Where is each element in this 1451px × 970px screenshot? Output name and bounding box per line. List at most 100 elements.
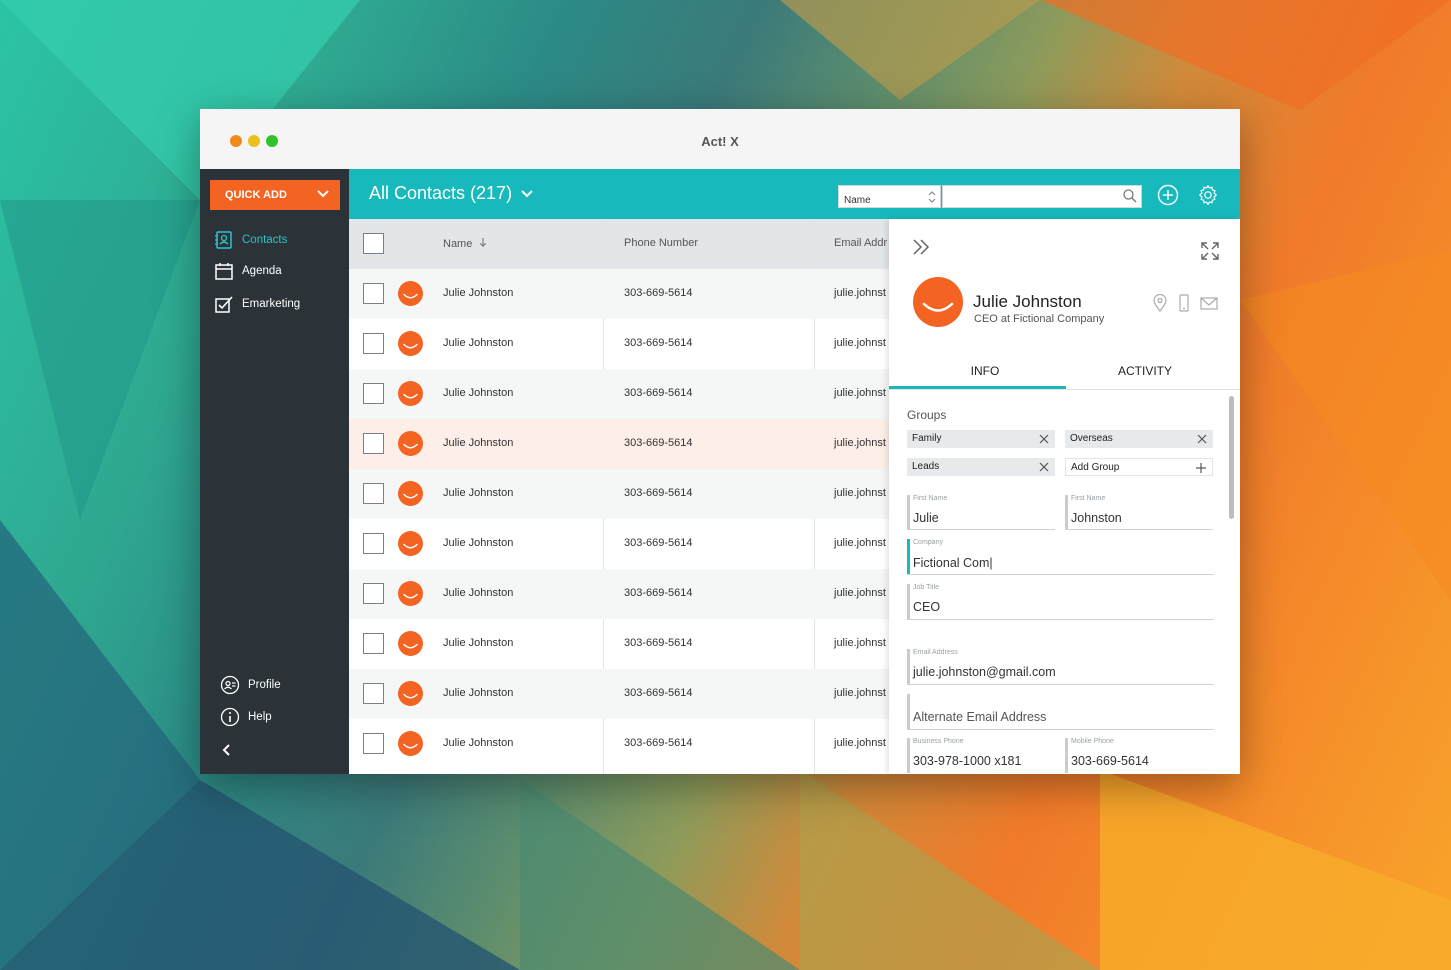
contact-name-cell: Julie Johnston xyxy=(443,737,514,749)
contact-name-cell: Julie Johnston xyxy=(443,437,514,449)
email-cell: julie.johnst xyxy=(834,387,886,399)
group-chip[interactable]: Family xyxy=(907,430,1055,448)
calendar-icon xyxy=(215,263,233,280)
up-down-arrows-icon xyxy=(928,191,936,203)
app-window: Act! X QUICK ADD Contacts Agenda Emarket… xyxy=(200,109,1240,774)
row-checkbox[interactable] xyxy=(363,733,384,754)
tab-info[interactable]: INFO xyxy=(889,354,1081,390)
tab-activity[interactable]: ACTIVITY xyxy=(1066,354,1224,390)
contacts-icon xyxy=(215,231,232,249)
sort-down-arrow-icon xyxy=(480,237,487,247)
sidebar-item-label: Contacts xyxy=(242,234,288,246)
phone-cell: 303-669-5614 xyxy=(624,587,693,599)
quick-add-button[interactable]: QUICK ADD xyxy=(210,180,340,210)
email-cell: julie.johnst xyxy=(834,337,886,349)
gear-icon[interactable] xyxy=(1197,184,1219,206)
info-icon xyxy=(220,707,240,727)
phone-cell: 303-669-5614 xyxy=(624,287,693,299)
title-bar: Act! X xyxy=(200,109,1240,169)
last-name-field[interactable]: First Name Johnston xyxy=(1065,495,1213,531)
row-checkbox[interactable] xyxy=(363,433,384,454)
avatar xyxy=(398,731,423,756)
close-icon[interactable] xyxy=(1038,461,1050,473)
email-field[interactable]: Email Address julie.johnston@gmail.com xyxy=(907,649,1214,686)
row-checkbox[interactable] xyxy=(363,583,384,604)
close-icon[interactable] xyxy=(1196,433,1208,445)
column-header-email[interactable]: Email Addr xyxy=(834,237,887,249)
sidebar-item-label: Agenda xyxy=(242,265,282,277)
phone-cell: 303-669-5614 xyxy=(624,437,693,449)
contact-name: Julie Johnston xyxy=(973,292,1082,311)
sidebar-item-emarketing[interactable]: Emarketing xyxy=(214,293,300,315)
alternate-email-field[interactable]: Alternate Email Address xyxy=(907,694,1214,731)
business-phone-field[interactable]: Business Phone 303-978-1000 x181 xyxy=(907,738,1055,774)
group-chip[interactable]: Overseas xyxy=(1065,430,1213,448)
contact-name-cell: Julie Johnston xyxy=(443,337,514,349)
row-checkbox[interactable] xyxy=(363,533,384,554)
search-input[interactable] xyxy=(942,185,1142,208)
row-checkbox[interactable] xyxy=(363,383,384,404)
smile-icon xyxy=(403,293,418,299)
smile-icon xyxy=(403,543,418,549)
close-icon[interactable] xyxy=(1038,433,1050,445)
expand-icon[interactable] xyxy=(1200,241,1220,261)
add-icon[interactable] xyxy=(1157,184,1179,206)
column-header-phone[interactable]: Phone Number xyxy=(624,237,698,249)
column-header-name[interactable]: Name xyxy=(443,237,488,250)
chevron-down-icon xyxy=(317,190,329,198)
list-selector[interactable]: All Contacts (217) xyxy=(369,183,534,204)
row-checkbox[interactable] xyxy=(363,683,384,704)
chevron-down-icon xyxy=(521,189,533,197)
smile-icon xyxy=(403,443,418,449)
double-chevron-right-icon[interactable] xyxy=(911,237,931,257)
row-checkbox[interactable] xyxy=(363,633,384,654)
phone-cell: 303-669-5614 xyxy=(624,537,693,549)
group-chip[interactable]: Leads xyxy=(907,458,1055,476)
avatar xyxy=(398,431,423,456)
email-cell: julie.johnst xyxy=(834,587,886,599)
groups-title: Groups xyxy=(907,408,947,422)
contact-detail-panel: Julie Johnston CEO at Fictional Company … xyxy=(889,219,1240,774)
avatar xyxy=(398,581,423,606)
phone-cell: 303-669-5614 xyxy=(624,387,693,399)
email-cell: julie.johnst xyxy=(834,637,886,649)
mobile-phone-icon[interactable] xyxy=(1175,294,1193,312)
sidebar-item-agenda[interactable]: Agenda xyxy=(214,260,282,282)
phone-cell: 303-669-5614 xyxy=(624,487,693,499)
add-group-button[interactable]: Add Group xyxy=(1065,458,1213,476)
plus-icon xyxy=(1196,463,1206,473)
job-title-field[interactable]: Job Title CEO xyxy=(907,584,1214,621)
contact-name-cell: Julie Johnston xyxy=(443,487,514,499)
select-all-checkbox[interactable] xyxy=(363,233,384,254)
search-field-select[interactable]: Name xyxy=(838,185,941,208)
row-checkbox[interactable] xyxy=(363,483,384,504)
smile-icon xyxy=(403,343,418,349)
email-icon[interactable] xyxy=(1200,294,1218,312)
sidebar-item-profile[interactable]: Profile xyxy=(220,674,281,696)
tab-divider xyxy=(889,389,1240,390)
chevron-left-icon[interactable] xyxy=(220,743,234,757)
search-icon[interactable] xyxy=(1122,188,1138,204)
panel-scrollbar[interactable] xyxy=(1229,396,1234,519)
email-cell: julie.johnst xyxy=(834,437,886,449)
company-field[interactable]: Company Fictional Com| xyxy=(907,539,1214,576)
contact-name-cell: Julie Johnston xyxy=(443,537,514,549)
contact-name-cell: Julie Johnston xyxy=(443,387,514,399)
smile-icon xyxy=(403,493,418,499)
avatar xyxy=(398,331,423,356)
list-title: All Contacts (217) xyxy=(369,183,513,203)
row-checkbox[interactable] xyxy=(363,333,384,354)
mobile-phone-field[interactable]: Mobile Phone 303-669-5614 xyxy=(1065,738,1213,774)
smile-icon xyxy=(922,302,954,312)
email-cell: julie.johnst xyxy=(834,487,886,499)
sidebar-item-label: Profile xyxy=(248,679,281,691)
first-name-field[interactable]: First Name Julie xyxy=(907,495,1055,531)
location-pin-icon[interactable] xyxy=(1151,294,1169,312)
contact-title: CEO at Fictional Company xyxy=(974,313,1105,325)
sidebar: QUICK ADD Contacts Agenda Emarketing Pro… xyxy=(200,169,349,774)
phone-cell: 303-669-5614 xyxy=(624,737,693,749)
phone-cell: 303-669-5614 xyxy=(624,687,693,699)
sidebar-item-help[interactable]: Help xyxy=(220,706,272,728)
row-checkbox[interactable] xyxy=(363,283,384,304)
sidebar-item-contacts[interactable]: Contacts xyxy=(214,229,287,251)
